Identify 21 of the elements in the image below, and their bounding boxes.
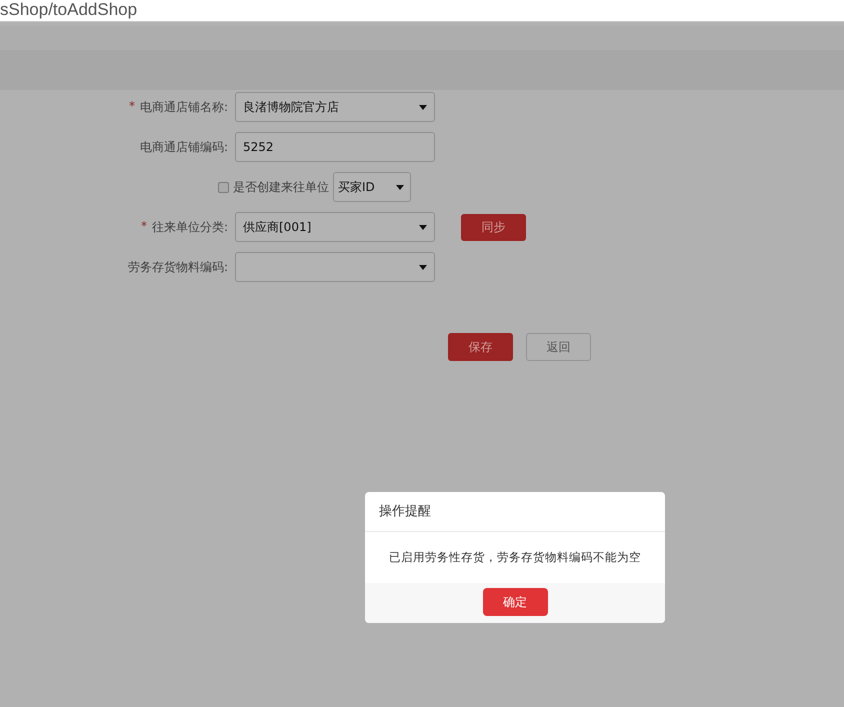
- select-field[interactable]: 供应商[001]: [235, 212, 435, 242]
- select-field[interactable]: [235, 252, 435, 282]
- checkbox[interactable]: [218, 182, 229, 192]
- required-mark: *: [128, 98, 135, 114]
- select-field[interactable]: 良渚博物院官方店: [235, 92, 435, 122]
- input-field[interactable]: 5252: [235, 132, 435, 162]
- caret-icon: [419, 104, 427, 110]
- caret-icon: [419, 224, 427, 230]
- field-label: 劳务存货物料编码:: [128, 258, 228, 276]
- required-mark: *: [140, 218, 147, 234]
- dialog-message: 已启用劳务性存货，劳务存货物料编码不能为空: [388, 549, 642, 566]
- checkbox-label: 是否创建来往单位: [233, 178, 329, 196]
- address-bar[interactable]: sShop/toAddShop: [0, 0, 844, 22]
- field-label: 电商通店铺编码:: [140, 138, 228, 156]
- dialog-title: 操作提醒: [365, 492, 665, 532]
- field-label: 往来单位分类:: [152, 218, 228, 236]
- field-label: 电商通店铺名称:: [140, 98, 228, 116]
- caret-icon: [396, 184, 404, 190]
- confirm-button[interactable]: 确定: [482, 588, 548, 616]
- select-field[interactable]: 买家ID: [333, 172, 411, 202]
- caret-icon: [419, 264, 427, 270]
